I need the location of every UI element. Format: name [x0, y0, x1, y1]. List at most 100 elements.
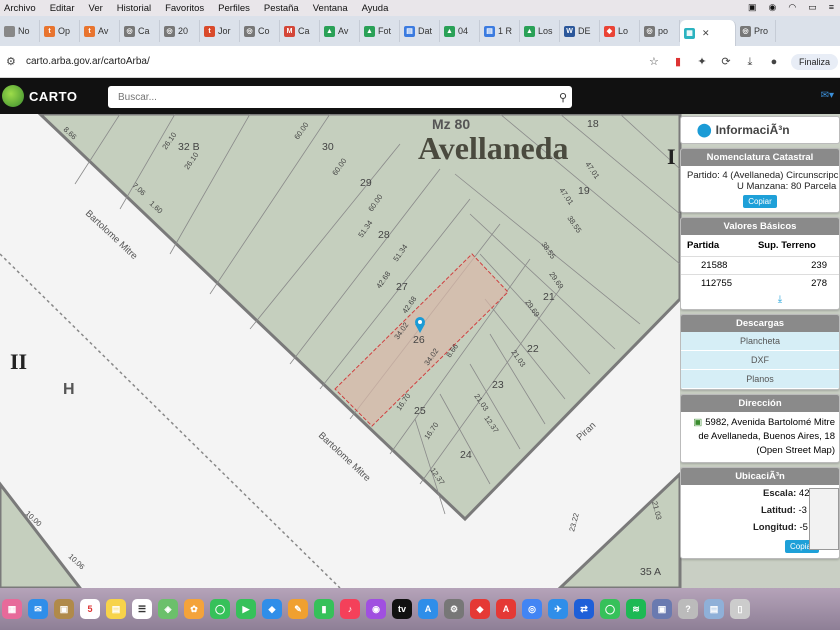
- tab[interactable]: ◆ Lo: [600, 20, 640, 42]
- launchpad-icon[interactable]: ▦: [2, 599, 22, 619]
- mail-app-icon[interactable]: ✉: [28, 599, 48, 619]
- tab[interactable]: ▤ 1 R: [480, 20, 520, 42]
- tab[interactable]: ◎ Co: [240, 20, 280, 42]
- tab[interactable]: t Av: [80, 20, 120, 42]
- status-icon-b[interactable]: ◉: [769, 2, 777, 13]
- tab[interactable]: ◎ 20: [160, 20, 200, 42]
- copy-nomenclatura-button[interactable]: Copiar: [743, 195, 777, 208]
- tab-favicon-icon: ◎: [164, 25, 175, 37]
- profile-avatar[interactable]: ●: [767, 55, 781, 69]
- direccion-card: Dirección ▣ 5982, Avenida Bartolomé Mitre…: [680, 394, 840, 463]
- pdf-extension-icon[interactable]: ▮: [671, 55, 685, 69]
- status-icon-a[interactable]: ▣: [748, 2, 757, 13]
- menu-perfiles[interactable]: Perfiles: [218, 3, 250, 14]
- download-plancheta[interactable]: Plancheta: [681, 332, 839, 351]
- parcel-number: 18: [587, 118, 599, 130]
- download-icon[interactable]: ⤓: [681, 292, 839, 309]
- overview-minimap[interactable]: [809, 488, 839, 550]
- preview-app-icon[interactable]: ▣: [652, 599, 672, 619]
- messages-app-icon[interactable]: ◯: [210, 599, 230, 619]
- music-app-icon[interactable]: ♪: [340, 599, 360, 619]
- menu-ventana[interactable]: Ventana: [313, 3, 348, 14]
- reminders-app-icon[interactable]: ☰: [132, 599, 152, 619]
- menu-ayuda[interactable]: Ayuda: [362, 3, 389, 14]
- facetime-app-icon[interactable]: ▶: [236, 599, 256, 619]
- bookmark-star-icon[interactable]: ☆: [647, 55, 661, 69]
- longitud-value: -5: [799, 522, 808, 533]
- tab-active[interactable]: ▦ ✕: [680, 20, 736, 46]
- tv-app-icon[interactable]: tv: [392, 599, 412, 619]
- tab[interactable]: ▲ Av: [320, 20, 360, 42]
- finalize-update-button[interactable]: Finaliza: [790, 53, 838, 70]
- pages-app-icon[interactable]: ✎: [288, 599, 308, 619]
- app-store-icon[interactable]: A: [418, 599, 438, 619]
- whatsapp-app-icon[interactable]: ◯: [600, 599, 620, 619]
- tab[interactable]: M Ca: [280, 20, 320, 42]
- url-field[interactable]: carto.arba.gov.ar/cartoArba/: [26, 56, 647, 67]
- tab[interactable]: ◎ Pro: [736, 20, 776, 42]
- anydesk-app-icon[interactable]: ◆: [470, 599, 490, 619]
- system-settings-icon[interactable]: ⚙: [444, 599, 464, 619]
- photos-app-icon[interactable]: ✿: [184, 599, 204, 619]
- help-icon[interactable]: ?: [678, 599, 698, 619]
- tab[interactable]: ▲ 04: [440, 20, 480, 42]
- sync-icon[interactable]: ⟳: [719, 55, 733, 69]
- menu-editar[interactable]: Editar: [50, 3, 75, 14]
- search-icon[interactable]: ⚲: [554, 91, 572, 104]
- numbers-app-icon[interactable]: ▮: [314, 599, 334, 619]
- map-view[interactable]: Mz 80 Avellaneda II I H Bartolome Mitre …: [0, 114, 840, 588]
- downloads-folder-icon[interactable]: ▤: [704, 599, 724, 619]
- spotify-app-icon[interactable]: ≋: [626, 599, 646, 619]
- longitud-label: Longitud:: [753, 522, 797, 533]
- tab-favicon-icon: ▲: [524, 25, 535, 37]
- finder-app-icon[interactable]: ▣: [54, 599, 74, 619]
- tab[interactable]: ▲ Fot: [360, 20, 400, 42]
- notes-app-icon[interactable]: ▤: [106, 599, 126, 619]
- control-center-icon[interactable]: ≡: [829, 2, 834, 13]
- tab[interactable]: ◎ Ca: [120, 20, 160, 42]
- search-input[interactable]: [108, 91, 554, 103]
- keynote-app-icon[interactable]: ◆: [262, 599, 282, 619]
- nomenclatura-line: Partido: 4 (Avellaneda) Circunscripción: [687, 170, 840, 181]
- menu-historial[interactable]: Historial: [117, 3, 151, 14]
- tab[interactable]: t Op: [40, 20, 80, 42]
- podcasts-app-icon[interactable]: ◉: [366, 599, 386, 619]
- tab-favicon-icon: ◎: [644, 25, 655, 37]
- tab[interactable]: W DE: [560, 20, 600, 42]
- parcel-number: 22: [527, 343, 539, 355]
- circunscripcion-label-left: II: [10, 349, 27, 374]
- tab-label: Av: [338, 26, 349, 36]
- download-icon[interactable]: ⤓: [743, 55, 757, 69]
- acrobat-app-icon[interactable]: A: [496, 599, 516, 619]
- tab-label: Ca: [298, 26, 310, 36]
- maps-app-icon[interactable]: ◈: [158, 599, 178, 619]
- menu-pestana[interactable]: Pestaña: [264, 3, 299, 14]
- mail-dropdown-icon[interactable]: ✉▾: [821, 90, 834, 101]
- tab[interactable]: ▲ Los: [520, 20, 560, 42]
- carto-logo[interactable]: CARTO: [2, 85, 77, 107]
- tab[interactable]: ◎ po: [640, 20, 680, 42]
- menu-ver[interactable]: Ver: [89, 3, 103, 14]
- menu-favoritos[interactable]: Favoritos: [165, 3, 204, 14]
- tab-favicon-icon: ▤: [404, 25, 415, 37]
- table-row: 21588 239: [681, 256, 839, 275]
- battery-icon[interactable]: ▭: [808, 2, 817, 13]
- calendar-app-icon[interactable]: 5: [80, 599, 100, 619]
- tab[interactable]: ▤ Dat: [400, 20, 440, 42]
- chrome-app-icon[interactable]: ◎: [522, 599, 542, 619]
- site-info-icon[interactable]: ⚙: [6, 55, 20, 68]
- app-icon[interactable]: ✈: [548, 599, 568, 619]
- tab[interactable]: No: [0, 20, 40, 42]
- trash-icon[interactable]: ▯: [730, 599, 750, 619]
- close-tab-icon[interactable]: ✕: [702, 28, 710, 39]
- extensions-icon[interactable]: ✦: [695, 55, 709, 69]
- teamviewer-app-icon[interactable]: ⇄: [574, 599, 594, 619]
- status-icons: ▣ ◉ ◠ ▭ ≡: [748, 2, 834, 13]
- wifi-icon[interactable]: ◠: [788, 2, 796, 13]
- globe-icon: [2, 85, 24, 107]
- download-planos[interactable]: Planos: [681, 370, 839, 389]
- download-dxf[interactable]: DXF: [681, 351, 839, 370]
- valores-header: Valores Básicos: [681, 218, 839, 235]
- tab[interactable]: t Jor: [200, 20, 240, 42]
- menu-archivo[interactable]: Archivo: [4, 3, 36, 14]
